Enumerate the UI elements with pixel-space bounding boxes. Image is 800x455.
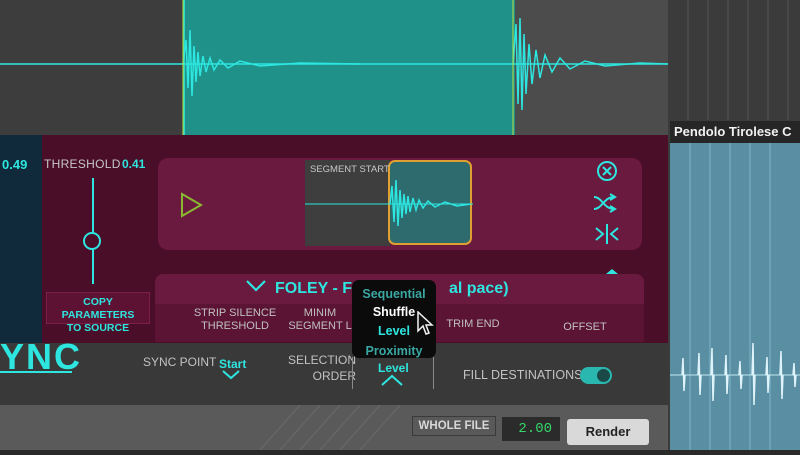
minseg-param-line2: SEGMENT L xyxy=(288,320,352,332)
chevron-up-icon[interactable] xyxy=(381,374,403,386)
threshold-slider-track[interactable] xyxy=(92,178,94,284)
close-icon[interactable] xyxy=(596,160,618,182)
selection-order-value[interactable]: Level xyxy=(378,361,409,375)
toggle-knob xyxy=(597,369,610,382)
shuffle-icon[interactable] xyxy=(592,193,622,213)
dropdown-option-proximity[interactable]: Proximity xyxy=(352,344,436,358)
selection-order-line2: ORDER xyxy=(312,369,357,383)
segment-start-label: SEGMENT START xyxy=(310,164,390,175)
selection-order-line1: SELECTION xyxy=(288,353,357,367)
copy-button-line1: COPY PARAMETERS xyxy=(61,296,135,321)
copy-button-line2: TO SOURCE xyxy=(66,322,130,334)
threshold-slider-knob[interactable] xyxy=(83,232,101,250)
track-name-header[interactable]: Pendolo Tirolese C xyxy=(670,121,800,143)
chevron-down-icon[interactable] xyxy=(222,370,240,380)
strip-silence-threshold-param[interactable]: STRIP SILENCE THRESHOLD xyxy=(185,307,285,333)
logo-underline xyxy=(0,371,72,373)
threshold-label: THRESHOLD xyxy=(44,157,121,171)
strip-param-line1: STRIP SILENCE xyxy=(193,307,277,319)
render-value-field[interactable]: 2.00 xyxy=(502,417,560,441)
cursor-icon xyxy=(417,311,434,335)
split-icon[interactable] xyxy=(592,223,622,245)
trim-end-param[interactable]: TRIM END xyxy=(438,318,508,331)
top-waveform xyxy=(0,0,668,135)
minseg-param-line1: MINIM xyxy=(303,307,337,319)
track-clip[interactable] xyxy=(670,143,800,450)
left-value: 0.49 xyxy=(2,157,28,172)
whole-file-button[interactable]: WHOLE FILE xyxy=(412,416,496,436)
play-icon[interactable] xyxy=(180,192,204,218)
fill-destinations-label: FILL DESTINATIONS xyxy=(463,368,583,382)
dropdown-option-sequential[interactable]: Sequential xyxy=(352,287,436,301)
selection-order-label: SELECTION ORDER xyxy=(288,352,356,384)
sync-point-label: SYNC POINT xyxy=(143,355,217,369)
offset-param[interactable]: OFFSET xyxy=(555,321,615,334)
render-button[interactable]: Render xyxy=(567,419,649,445)
preset-name-head: FOLEY - Fe xyxy=(275,280,361,297)
track-clip-waveform xyxy=(670,143,800,450)
strip-param-line2: THRESHOLD xyxy=(201,320,269,332)
preset-name-tail: al pace) xyxy=(448,280,509,297)
sync-point-value[interactable]: Start xyxy=(219,357,246,371)
chevron-down-icon[interactable] xyxy=(245,279,267,293)
threshold-value: 0.41 xyxy=(122,157,146,171)
copy-parameters-button[interactable]: COPY PARAMETERS TO SOURCE xyxy=(46,292,150,334)
minimum-segment-length-param[interactable]: MINIM SEGMENT L xyxy=(285,307,355,333)
